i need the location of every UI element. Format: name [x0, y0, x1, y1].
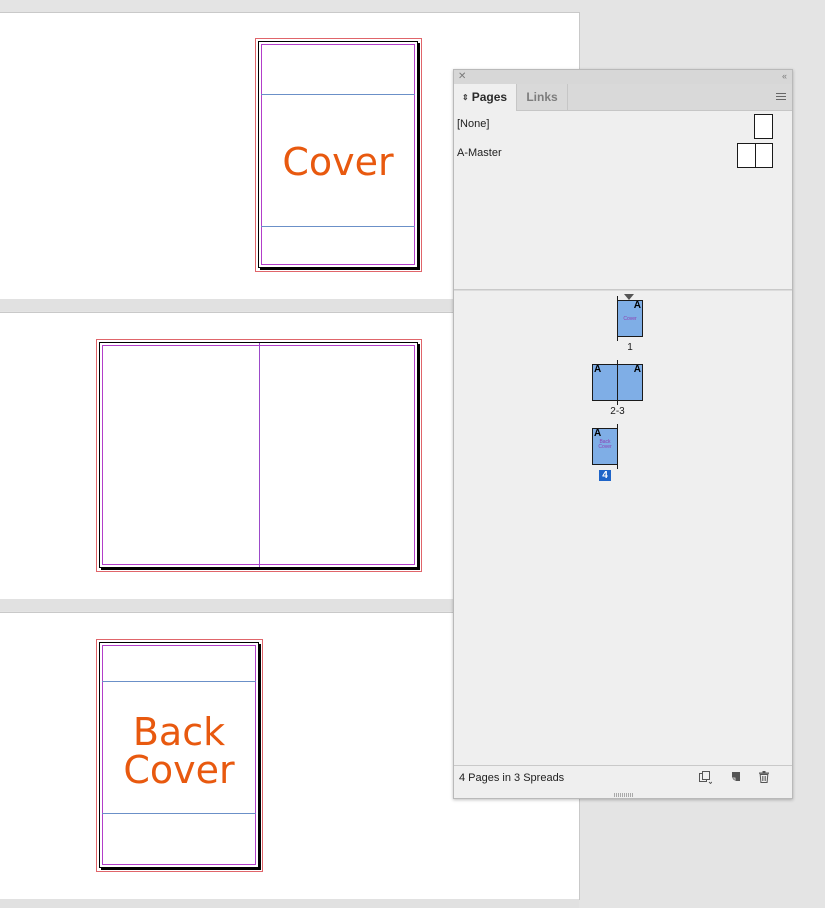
master-prefix-label: A: [633, 364, 641, 375]
panel-tabbar: ⇕ Pages Links: [454, 84, 792, 111]
new-page-icon[interactable]: [729, 770, 743, 784]
guide-line: [102, 813, 256, 814]
page-number-selected: 4: [599, 470, 611, 481]
page-number-label[interactable]: 4: [592, 470, 618, 481]
back-cover-page[interactable]: Back Cover: [99, 642, 259, 868]
page-number-label[interactable]: 2-3: [592, 406, 643, 417]
guide-line: [102, 681, 256, 682]
panel-menu-icon[interactable]: [776, 93, 786, 101]
master-thumb-none[interactable]: [754, 114, 773, 139]
trash-icon[interactable]: [757, 770, 771, 784]
expand-collapse-icon[interactable]: ⇕: [462, 93, 469, 102]
collapse-icon[interactable]: ‹‹: [782, 70, 787, 83]
pages-panel: ✕ ‹‹ ⇕ Pages Links [None] A-Master A Cove…: [453, 69, 793, 799]
master-prefix-label: A: [594, 364, 602, 375]
pasteboard-gap: [0, 899, 579, 908]
masters-section: [None] A-Master: [454, 111, 792, 290]
master-item-a-master[interactable]: A-Master: [457, 147, 502, 159]
page-count-status: 4 Pages in 3 Spreads: [459, 772, 565, 784]
tab-pages[interactable]: ⇕ Pages: [454, 84, 517, 111]
pages-section: A Cover 1 A A 2-3 A Back Cover 4: [454, 290, 792, 769]
spine-line: [617, 296, 618, 341]
page-number-label[interactable]: 1: [617, 342, 643, 353]
master-item-none[interactable]: [None]: [457, 118, 489, 130]
text-line: Back: [132, 710, 226, 754]
guide-line: [261, 226, 415, 227]
master-thumb-a-master[interactable]: [737, 143, 773, 168]
cover-page[interactable]: Cover: [258, 41, 418, 268]
spread-divider: [755, 144, 756, 167]
spine-line: [617, 360, 618, 405]
back-cover-title: Back Cover: [100, 713, 258, 789]
page-number: 1: [627, 342, 633, 353]
master-label: A-Master: [457, 147, 502, 159]
thumb-text: Back Cover: [598, 439, 612, 450]
guide-line: [261, 94, 415, 95]
master-prefix-label: A: [633, 300, 641, 311]
spine-fold: [259, 343, 260, 567]
panel-footer: 4 Pages in 3 Spreads: [454, 765, 792, 798]
close-icon[interactable]: ✕: [458, 70, 466, 84]
thumb-text: Cover: [623, 316, 637, 322]
master-prefix-label: A: [594, 428, 602, 439]
panel-titlebar[interactable]: ✕ ‹‹: [454, 70, 792, 85]
edit-page-size-icon[interactable]: [698, 770, 712, 784]
page-thumb-1[interactable]: A Cover: [617, 300, 643, 337]
tab-label: Pages: [471, 90, 508, 104]
page-thumb-4[interactable]: A Back Cover: [592, 428, 618, 465]
text-line: Cover: [123, 748, 235, 792]
tab-label: Links: [526, 90, 558, 104]
inner-spread-pages[interactable]: [99, 342, 418, 568]
text-line: Cover: [282, 140, 394, 184]
page-number: 2-3: [610, 406, 625, 417]
resize-grip[interactable]: [614, 793, 634, 797]
tab-links[interactable]: Links: [517, 84, 568, 110]
master-label: [None]: [457, 118, 490, 130]
spine-line: [617, 424, 618, 469]
cover-title: Cover: [259, 143, 417, 181]
